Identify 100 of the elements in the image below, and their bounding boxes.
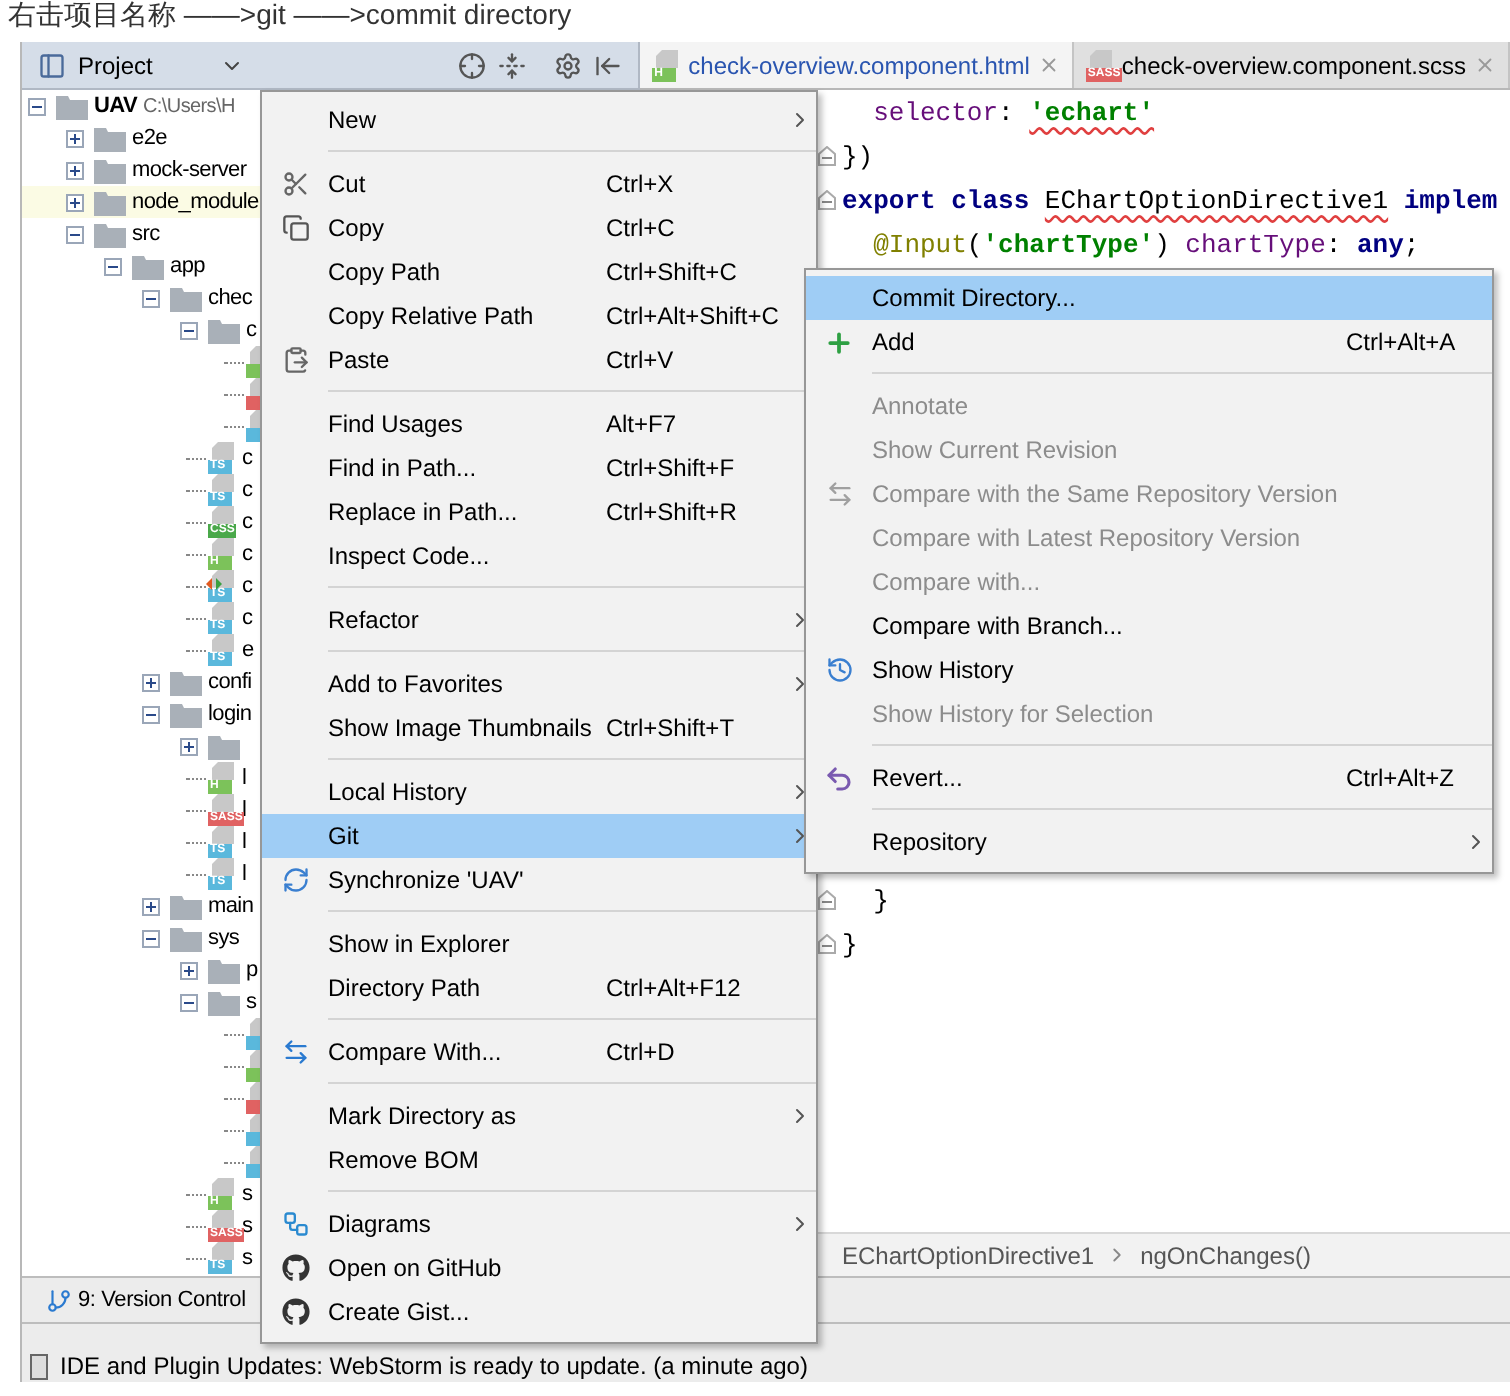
close-icon[interactable] [1037, 54, 1060, 76]
tree-item-label[interactable]: main [208, 894, 254, 918]
folder-icon [170, 701, 202, 727]
folder-icon [208, 733, 240, 759]
settings-icon[interactable] [554, 51, 583, 79]
tool-window-title[interactable]: Project [78, 51, 153, 79]
menu-item[interactable]: Show History [806, 648, 1492, 692]
github-icon [281, 1298, 309, 1326]
menu-item[interactable]: Copy Ctrl+C [262, 206, 816, 250]
folder-icon [170, 925, 202, 951]
tree-item-label[interactable]: sys [208, 926, 240, 950]
expand-toggle[interactable] [180, 321, 198, 339]
project-view-icon [38, 51, 66, 79]
menu-item[interactable]: Create Gist... [262, 1290, 816, 1334]
menu-item[interactable]: Cut Ctrl+X [262, 162, 816, 206]
folder-icon [208, 989, 240, 1015]
tree-item-label[interactable]: src [132, 222, 160, 246]
tree-row[interactable]: chec [22, 282, 261, 314]
undo-icon [824, 763, 854, 793]
tree-row[interactable]: s [22, 986, 265, 1018]
tree-item-label[interactable]: mock-server [132, 158, 247, 182]
tree-item-label[interactable]: login [208, 702, 252, 726]
tree-row[interactable]: main [22, 890, 262, 922]
status-message: IDE and Plugin Updates: WebStorm is ready to update. (a minute ago) [60, 1352, 808, 1380]
tree-row[interactable]: mock-server [22, 154, 255, 186]
tree-item-label[interactable]: c [246, 318, 257, 342]
tree-row[interactable]: UAV C:\Users\H [22, 90, 243, 122]
menu-item[interactable]: New [262, 98, 816, 142]
expand-toggle[interactable] [66, 225, 84, 243]
menu-item[interactable]: Mark Directory as [262, 1094, 816, 1138]
menu-item[interactable]: Directory Path Ctrl+Alt+F12 [262, 966, 816, 1010]
tree-item-label[interactable]: c [242, 478, 253, 502]
tree-row[interactable]: login [22, 698, 260, 730]
expand-toggle[interactable] [142, 673, 160, 691]
file-icon [1089, 49, 1112, 67]
tree-item-label[interactable]: app [170, 254, 205, 278]
tree-item-label[interactable]: p [246, 958, 258, 982]
expand-toggle[interactable] [142, 897, 160, 915]
expand-toggle[interactable] [28, 97, 46, 115]
menu-item[interactable]: Compare With... Ctrl+D [262, 1030, 816, 1074]
fold-icon[interactable] [818, 934, 836, 954]
tree-item-label[interactable]: l [242, 830, 247, 854]
tree-item-label[interactable]: confi [208, 670, 252, 694]
expand-toggle[interactable] [180, 961, 198, 979]
expand-toggle[interactable] [180, 993, 198, 1011]
expand-toggle[interactable] [104, 257, 122, 275]
tree-item-label[interactable]: chec [208, 286, 253, 310]
collapse-icon[interactable] [498, 51, 527, 79]
tree-item-label[interactable]: e2e [132, 126, 167, 150]
status-icon [30, 1354, 48, 1380]
breadcrumb[interactable]: ngOnChanges() [1140, 1241, 1311, 1269]
tree-item-label[interactable]: l [242, 766, 247, 790]
menu-item[interactable]: Compare with Branch... [806, 604, 1492, 648]
folder-icon [170, 893, 202, 919]
tree-row[interactable]: app [22, 250, 213, 282]
menu-item[interactable]: Remove BOM [262, 1138, 816, 1182]
tree-item-label[interactable]: s [242, 1182, 253, 1206]
tree-item-label[interactable]: e [242, 638, 254, 662]
menu-item[interactable]: Synchronize 'UAV' [262, 858, 816, 902]
menu-item[interactable]: Add Ctrl+Alt+A [806, 320, 1492, 364]
tree-item-label[interactable]: l [242, 862, 247, 886]
code-line: export class EChartOptionDirective1 implem [842, 185, 1498, 215]
expand-toggle[interactable] [66, 161, 84, 179]
menu-item[interactable]: Commit Directory... [806, 276, 1492, 320]
menu-item[interactable]: Diagrams [262, 1202, 816, 1246]
tree-item-label[interactable]: c [242, 510, 253, 534]
fold-icon[interactable] [818, 190, 836, 210]
tree-item-label[interactable]: UAV [94, 94, 138, 118]
tree-row[interactable]: e2e [22, 122, 175, 154]
expand-toggle[interactable] [142, 705, 160, 723]
tree-item-label[interactable]: c [242, 606, 253, 630]
fold-icon[interactable] [818, 890, 836, 910]
expand-toggle[interactable] [66, 193, 84, 211]
tree-item-label[interactable]: s [242, 1214, 253, 1238]
tree-row[interactable]: c [22, 314, 265, 346]
menu-item[interactable]: Show in Explorer [262, 922, 816, 966]
expand-toggle[interactable] [142, 929, 160, 947]
file-icon [212, 1178, 234, 1196]
menu-item[interactable]: Open on GitHub [262, 1246, 816, 1290]
expand-toggle[interactable] [180, 737, 198, 755]
expand-toggle[interactable] [142, 289, 160, 307]
tree-row[interactable]: p [22, 954, 266, 986]
tree-item-label[interactable]: s [242, 1246, 253, 1270]
tree-row[interactable]: sys [22, 922, 248, 954]
breadcrumb[interactable]: EChartOptionDirective1 [842, 1241, 1095, 1269]
locate-icon[interactable] [458, 51, 487, 79]
file-icon [212, 1210, 234, 1228]
tree-item-label[interactable]: c [242, 574, 253, 598]
tree-item-label[interactable]: s [246, 990, 257, 1014]
scissors-icon [281, 170, 309, 198]
menu-item[interactable]: Revert... Ctrl+Alt+Z [806, 756, 1492, 800]
hide-icon[interactable] [594, 51, 623, 79]
tree-item-label[interactable]: c [242, 542, 253, 566]
tree-item-label[interactable]: c [242, 446, 253, 470]
tree-row[interactable]: confi [22, 666, 260, 698]
version-control-button[interactable]: 9: Version Control [42, 1287, 250, 1313]
tree-item-label[interactable]: node_module [132, 190, 259, 214]
fold-icon[interactable] [818, 146, 836, 166]
tree-row[interactable]: src [22, 218, 168, 250]
expand-toggle[interactable] [66, 129, 84, 147]
